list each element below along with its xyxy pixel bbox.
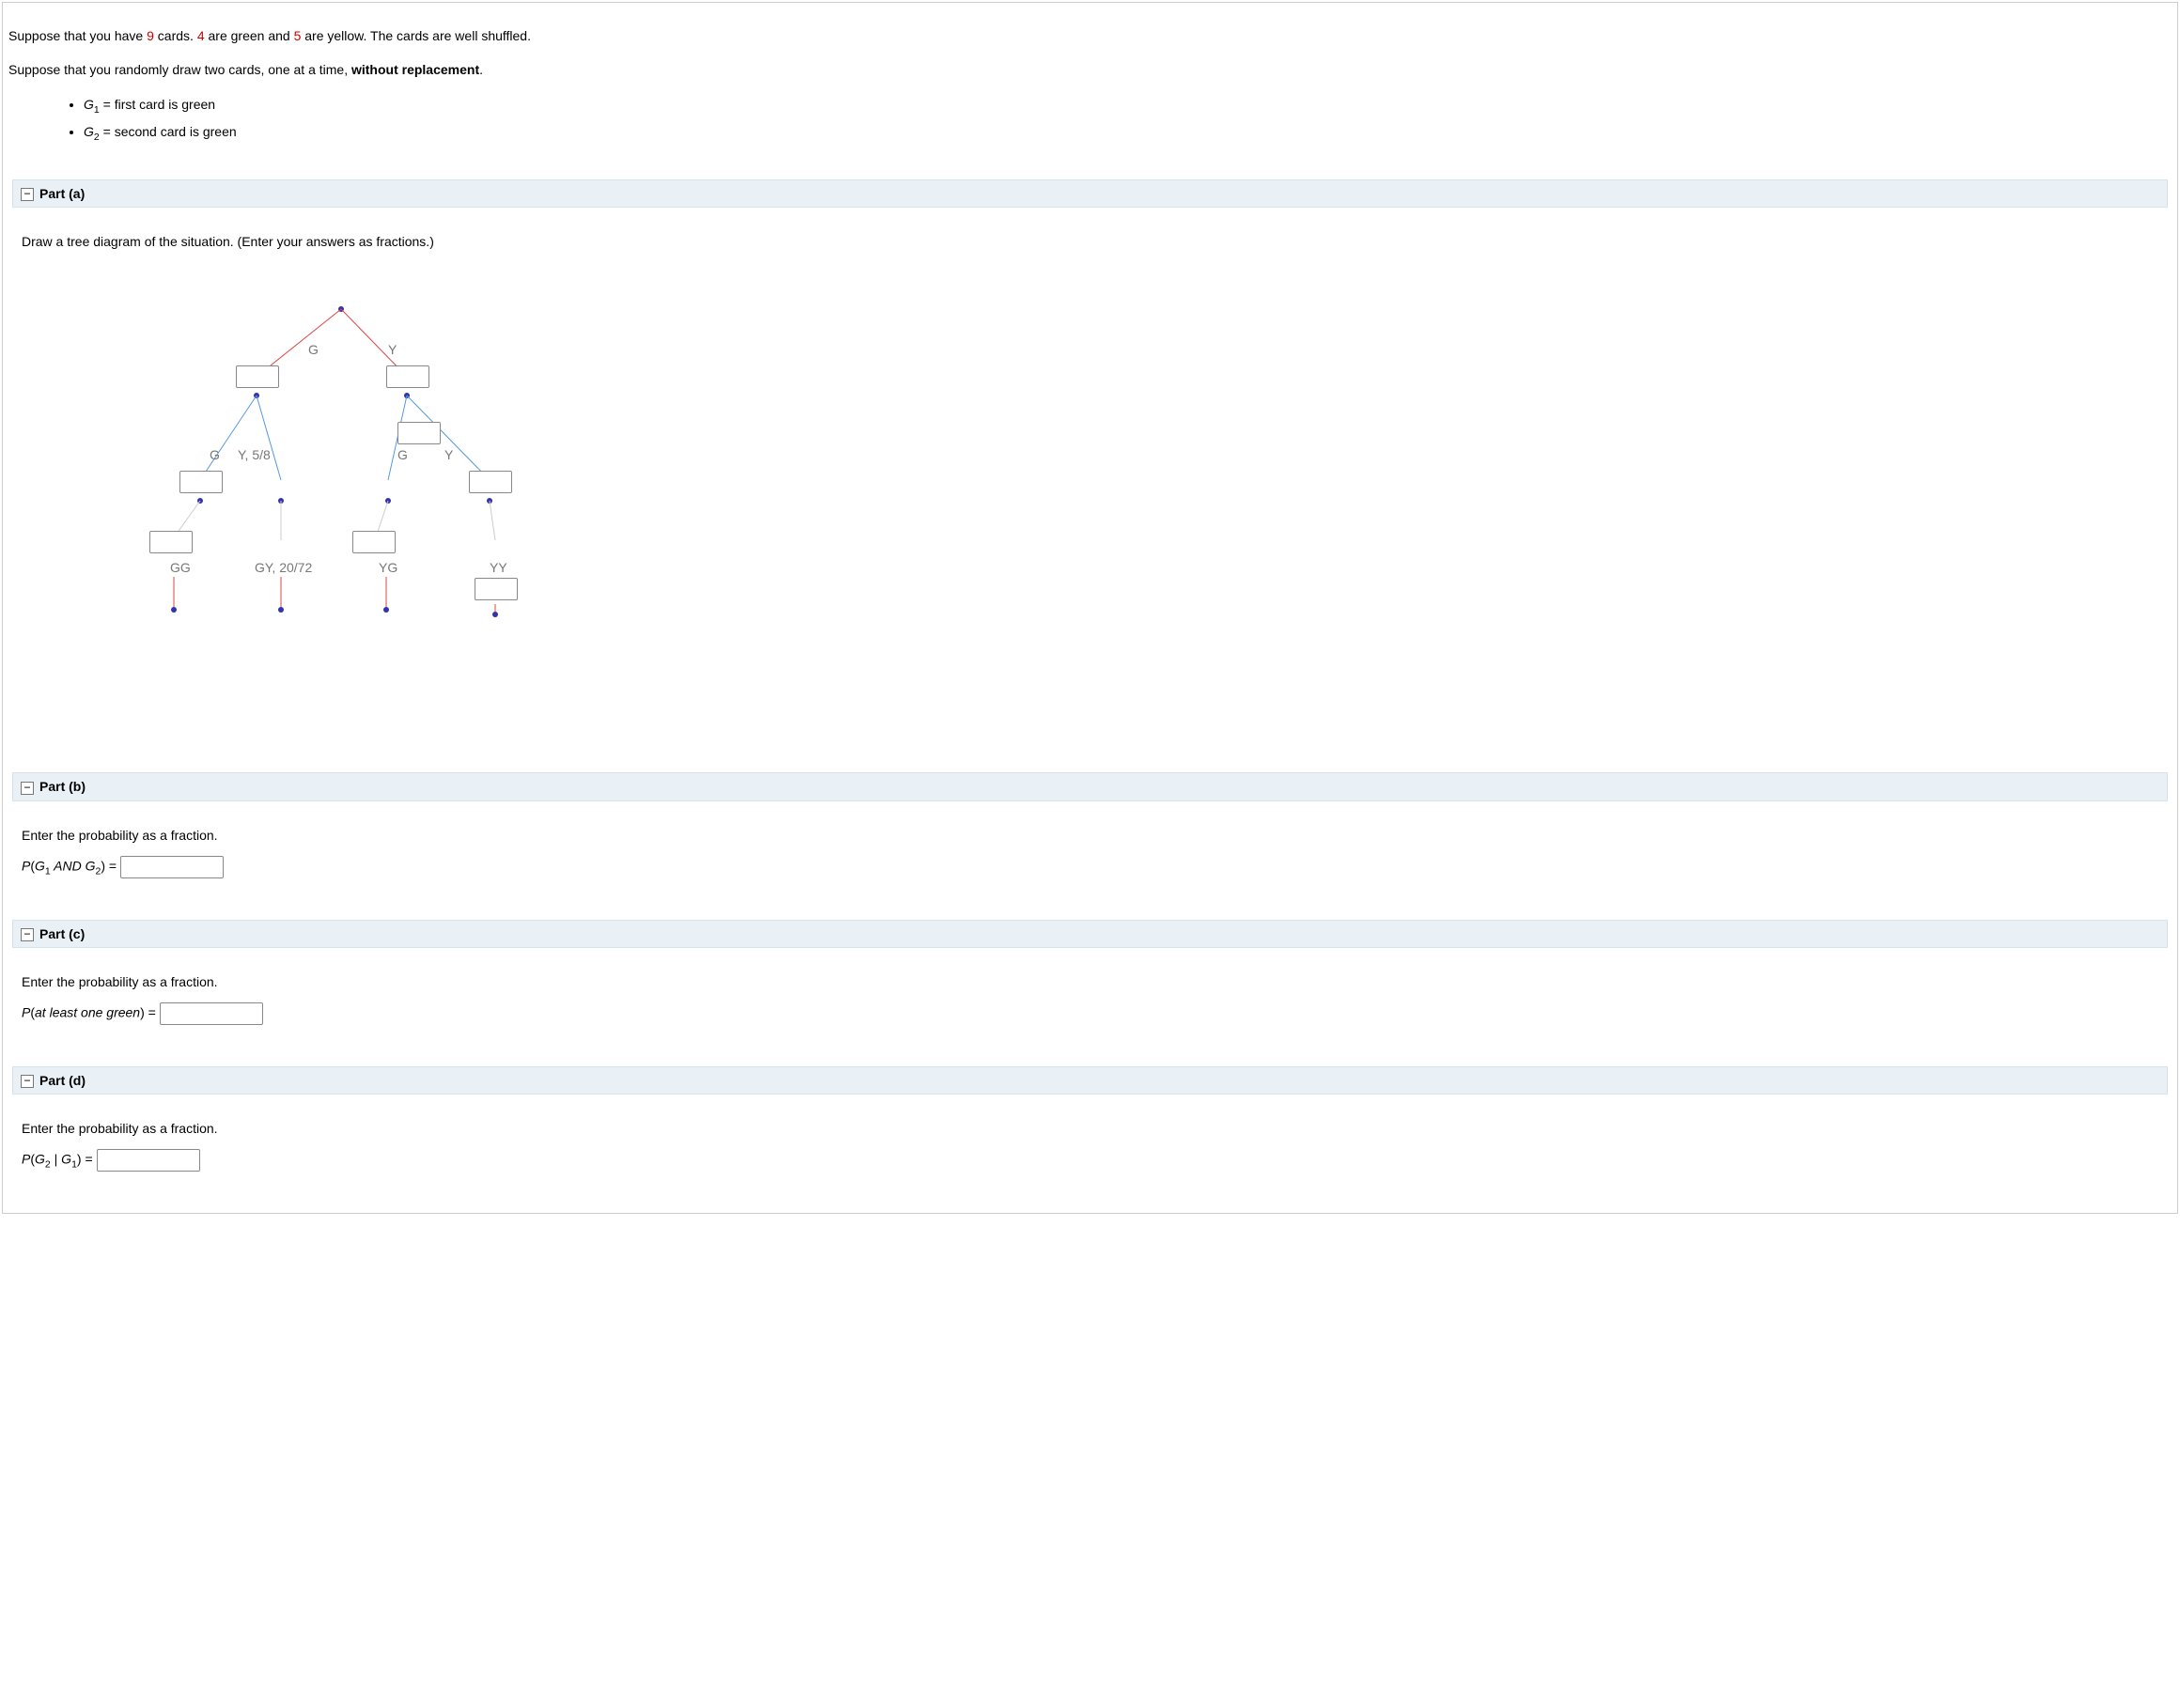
label-mid-gg: G	[210, 447, 220, 462]
end-gy	[278, 607, 284, 613]
intro-text: .	[479, 62, 483, 77]
input-outcome-gg[interactable]	[149, 531, 193, 553]
branch-gy	[257, 396, 281, 480]
var-g2: G	[84, 124, 94, 139]
part-a-body: Draw a tree diagram of the situation. (E…	[3, 208, 2177, 763]
expr: P	[22, 858, 30, 873]
expr: G	[35, 1152, 45, 1167]
part-b-body: Enter the probability as a fraction. P(G…	[3, 801, 2177, 910]
part-d-header[interactable]: −Part (d)	[12, 1066, 2168, 1095]
expr: |	[51, 1152, 61, 1167]
intro-text: cards.	[154, 28, 197, 43]
part-title: Part (b)	[39, 779, 86, 794]
intro-text: Suppose that you have	[8, 28, 147, 43]
input-p-g-given-y[interactable]	[397, 422, 441, 444]
label-mid-gy: Y, 5/8	[238, 447, 271, 462]
expr: ) =	[140, 1005, 160, 1020]
part-d-body: Enter the probability as a fraction. P(G…	[3, 1095, 2177, 1203]
part-title: Part (d)	[39, 1073, 86, 1088]
question-intro: Suppose that you have 9 cards. 4 are gre…	[3, 3, 2177, 170]
label-out-gy: GY, 20/72	[255, 560, 312, 575]
expr: G	[35, 858, 45, 873]
part-b-instruction: Enter the probability as a fraction.	[22, 828, 2166, 843]
definitions-list: G1 = first card is green G2 = second car…	[8, 94, 2172, 146]
part-c-header[interactable]: −Part (c)	[12, 920, 2168, 948]
expr: P	[22, 1152, 30, 1167]
input-part-d[interactable]	[97, 1149, 200, 1172]
list-item: G1 = first card is green	[84, 94, 2172, 118]
label-out-yy: YY	[490, 560, 507, 575]
expr: ) =	[77, 1152, 97, 1167]
input-part-c[interactable]	[160, 1002, 263, 1025]
collapse-icon[interactable]: −	[21, 928, 34, 941]
list-item: G2 = second card is green	[84, 121, 2172, 146]
end-yy	[492, 612, 498, 617]
expr: at least one green	[35, 1005, 140, 1020]
input-outcome-yg[interactable]	[352, 531, 396, 553]
input-part-b[interactable]	[120, 856, 224, 878]
def-text: = first card is green	[100, 97, 215, 112]
intro-text: are green and	[205, 28, 294, 43]
num-green: 4	[197, 28, 205, 43]
tree-svg: G Y	[69, 290, 557, 685]
collapse-icon[interactable]: −	[21, 1075, 34, 1088]
stem-yy	[490, 501, 495, 540]
collapse-icon[interactable]: −	[21, 782, 34, 795]
input-p-g-given-g[interactable]	[179, 471, 223, 493]
intro-text: Suppose that you randomly draw two cards…	[8, 62, 351, 77]
expr: G	[86, 858, 96, 873]
label-out-gg: GG	[170, 560, 191, 575]
num-total: 9	[147, 28, 154, 43]
input-outcome-yy[interactable]	[475, 578, 518, 600]
part-a-header[interactable]: −Part (a)	[12, 179, 2168, 208]
part-title: Part (a)	[39, 186, 85, 201]
end-yg	[383, 607, 389, 613]
label-out-yg: YG	[379, 560, 397, 575]
part-a-instruction: Draw a tree diagram of the situation. (E…	[22, 234, 2166, 249]
expr: P	[22, 1005, 30, 1020]
branch-gg	[200, 396, 257, 480]
question-container: Suppose that you have 9 cards. 4 are gre…	[2, 2, 2178, 1214]
label-top-y: Y	[388, 342, 397, 357]
part-d-instruction: Enter the probability as a fraction.	[22, 1121, 2166, 1136]
input-p-y[interactable]	[386, 365, 429, 388]
expr: AND	[51, 858, 86, 873]
input-p-g[interactable]	[236, 365, 279, 388]
label-top-g: G	[308, 342, 319, 357]
expr: G	[61, 1152, 71, 1167]
part-c-instruction: Enter the probability as a fraction.	[22, 974, 2166, 989]
tree-diagram: G Y	[22, 262, 2166, 744]
part-c-body: Enter the probability as a fraction. P(a…	[3, 948, 2177, 1057]
collapse-icon[interactable]: −	[21, 188, 34, 201]
intro-text: are yellow. The cards are well shuffled.	[301, 28, 531, 43]
intro-text: without replacement	[351, 62, 479, 77]
part-title: Part (c)	[39, 926, 85, 941]
expr: ) =	[101, 858, 120, 873]
part-b-header[interactable]: −Part (b)	[12, 772, 2168, 800]
end-gg	[171, 607, 177, 613]
input-p-y-given-y[interactable]	[469, 471, 512, 493]
var-g1: G	[84, 97, 94, 112]
label-mid-yy: Y	[444, 447, 454, 462]
def-text: = second card is green	[100, 124, 237, 139]
